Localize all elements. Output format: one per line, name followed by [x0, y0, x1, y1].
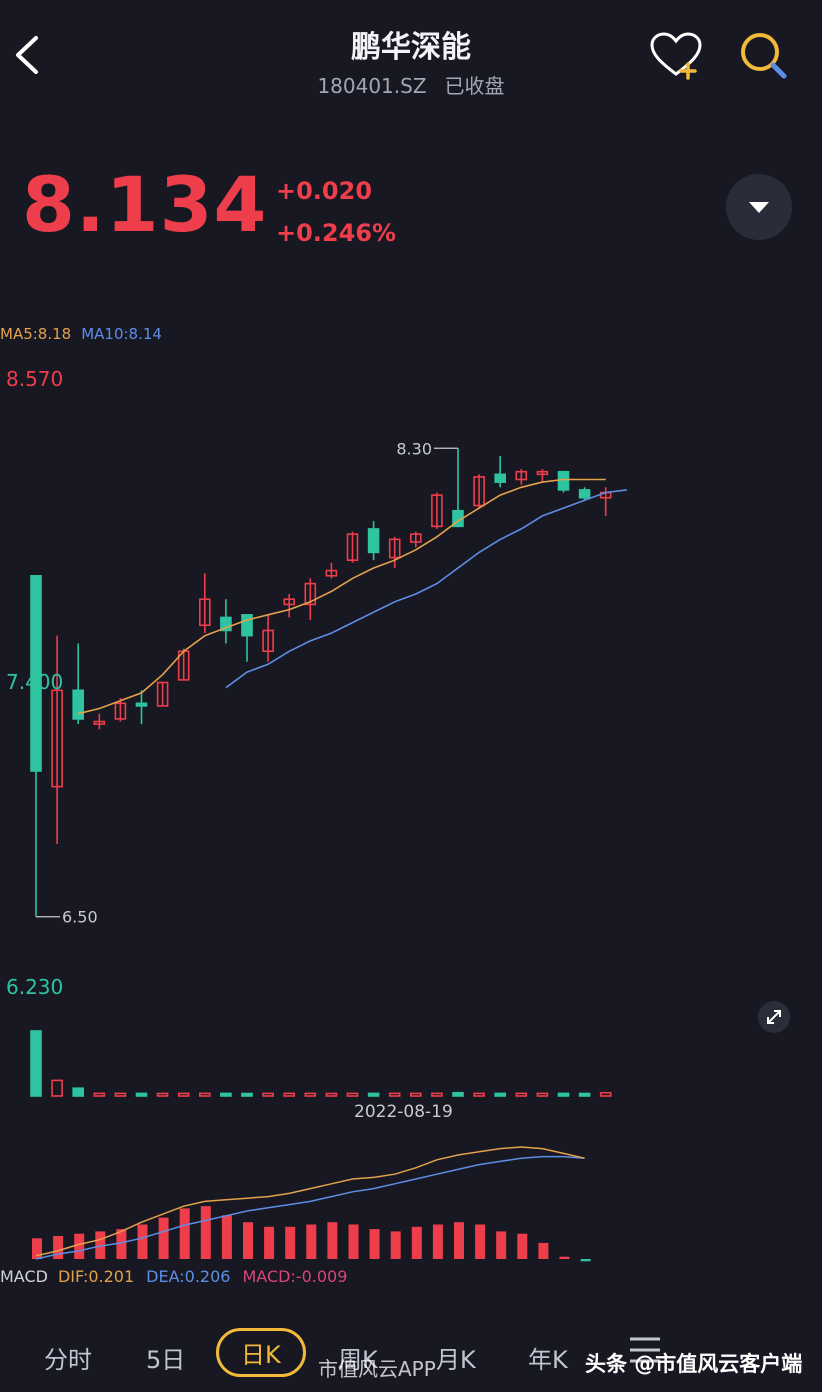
volume-bar — [51, 1079, 63, 1097]
volume-bar — [72, 1087, 84, 1097]
macd-bar — [74, 1233, 85, 1259]
volume-bar — [304, 1092, 317, 1097]
volume-bar — [283, 1092, 296, 1097]
volume-bar — [241, 1092, 253, 1097]
volume-bar — [156, 1092, 169, 1097]
macd-legend: MACD DIF:0.201 DEA:0.206 MACD:-0.009 — [0, 1267, 347, 1286]
macd-bar — [475, 1224, 486, 1259]
volume-bar — [199, 1092, 211, 1097]
macd-bar — [264, 1226, 275, 1259]
macd-bar — [390, 1231, 401, 1259]
dea-value: DEA:0.206 — [146, 1267, 231, 1286]
candle-down — [557, 470, 570, 491]
expand-icon — [767, 1010, 781, 1024]
macd-bar — [137, 1224, 148, 1259]
tab-yearly-k[interactable]: 年K — [528, 1340, 568, 1375]
volume-bar — [177, 1092, 190, 1097]
y-axis-high-label: 8.570 — [6, 367, 64, 391]
watermark-left: 市值风云APP — [318, 1357, 436, 1381]
watermark-right: 头条 @市值风云客户端 — [585, 1352, 803, 1376]
tab-daily-k[interactable]: 日K — [216, 1328, 306, 1377]
tab-monthly-k[interactable]: 月K — [436, 1340, 476, 1375]
macd-bar — [327, 1222, 338, 1259]
macd-bar — [243, 1222, 253, 1259]
tab-intraday[interactable]: 分时 — [44, 1340, 92, 1375]
macd-bar — [496, 1231, 507, 1259]
ma10-line — [225, 489, 627, 689]
macd-bar — [306, 1224, 317, 1259]
volume-bar — [388, 1092, 401, 1097]
volume-bar — [409, 1092, 422, 1097]
macd-bar — [158, 1217, 169, 1259]
dif-value: DIF:0.201 — [57, 1267, 135, 1286]
macd-bar — [179, 1208, 190, 1259]
volume-bar — [452, 1091, 464, 1097]
volume-bar — [431, 1092, 443, 1097]
volume-bar — [473, 1092, 485, 1097]
fullscreen-button[interactable] — [758, 1001, 790, 1033]
macd-bar — [221, 1215, 232, 1259]
volume-bar — [220, 1092, 232, 1097]
volume-bar — [494, 1092, 507, 1097]
volume-bar — [515, 1092, 528, 1097]
volume-bar — [599, 1091, 612, 1097]
macd-bar — [559, 1256, 570, 1259]
macd-bar — [432, 1224, 443, 1259]
macd-value: MACD:-0.009 — [242, 1267, 348, 1286]
volume-date-label: 2022-08-19 — [354, 1102, 453, 1122]
candle-down — [367, 528, 380, 554]
min-annotation-label: 6.50 — [62, 908, 98, 927]
volume-bar — [346, 1092, 359, 1097]
y-axis-mid-label: 7.400 — [6, 670, 64, 694]
macd-bar — [538, 1242, 549, 1259]
macd-bar — [285, 1226, 296, 1259]
volume-bar — [578, 1092, 591, 1097]
macd-bar — [53, 1236, 64, 1259]
candle-down — [578, 489, 591, 499]
macd-bar — [348, 1224, 359, 1259]
macd-bar — [580, 1259, 591, 1262]
volume-bar — [93, 1092, 106, 1097]
macd-bar — [454, 1222, 464, 1259]
macd-bar — [517, 1233, 528, 1259]
kline-chart[interactable]: 8.30 6.50 — [0, 0, 822, 1320]
max-annotation-label: 8.30 — [396, 439, 432, 458]
macd-bar — [411, 1226, 422, 1259]
volume-bar — [30, 1030, 42, 1097]
tab-5day[interactable]: 5日 — [146, 1340, 185, 1375]
volume-bar — [367, 1092, 380, 1097]
volume-bar — [114, 1092, 127, 1097]
volume-bar — [262, 1092, 274, 1097]
macd-bar — [200, 1206, 211, 1259]
candle-down — [494, 473, 507, 483]
candle-down — [241, 614, 253, 637]
volume-bar — [557, 1092, 570, 1097]
candle-down — [72, 689, 84, 720]
volume-bar — [135, 1092, 148, 1097]
volume-bar — [536, 1092, 549, 1097]
ma5-line — [78, 478, 606, 715]
y-axis-low-label: 6.230 — [6, 975, 64, 999]
candle-down — [135, 702, 148, 707]
volume-bar — [325, 1092, 338, 1097]
macd-label: MACD — [0, 1267, 48, 1286]
macd-bar — [369, 1229, 380, 1259]
